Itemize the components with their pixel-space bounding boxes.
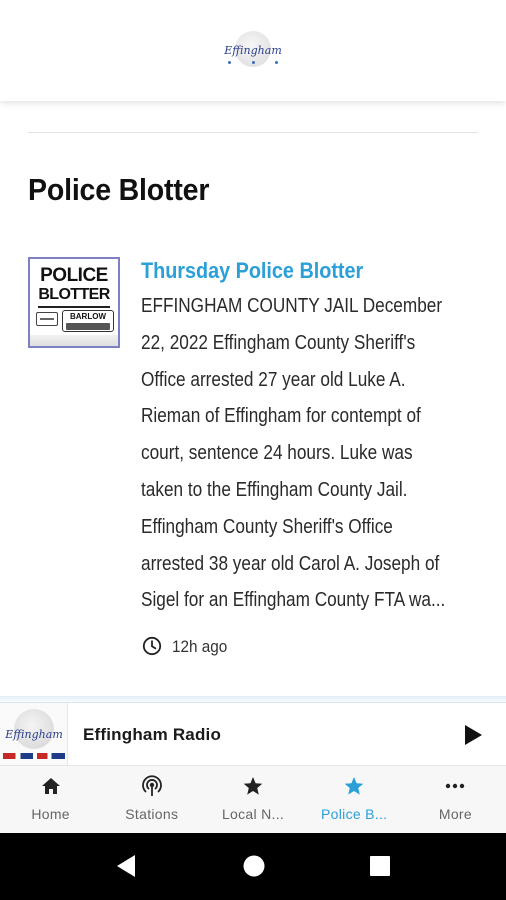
tab-label: Stations xyxy=(125,806,179,822)
excerpt-line: taken to the Effingham County Jail. xyxy=(141,478,408,501)
player-station-title[interactable]: Effingham Radio xyxy=(83,725,221,745)
divider xyxy=(28,132,478,133)
home-icon xyxy=(41,778,60,794)
thumbnail-line1: POLICE xyxy=(40,265,108,286)
tab-label: Local N... xyxy=(221,806,285,822)
home-system-button[interactable] xyxy=(241,853,267,879)
excerpt-line: EFFINGHAM COUNTY JAIL December xyxy=(141,295,443,317)
sponsor-badge-icon xyxy=(36,312,58,326)
station-logo[interactable]: Effingham xyxy=(224,30,282,71)
thumbnail-line2: BLOTTER xyxy=(38,286,110,303)
mini-player[interactable]: Effingham Effingham Radio xyxy=(0,702,506,765)
excerpt-line: Sigel for an Effingham County FTA wa... xyxy=(141,589,446,612)
back-icon xyxy=(117,855,135,877)
tab-more[interactable]: More xyxy=(405,766,506,833)
play-button[interactable] xyxy=(458,720,488,750)
recents-button[interactable] xyxy=(367,853,393,879)
clock-icon xyxy=(142,636,162,656)
excerpt-line: Office arrested 27 year old Luke A. xyxy=(141,368,406,391)
excerpt-line: Rieman of Effingham for contempt of xyxy=(141,405,421,428)
logo-dots xyxy=(224,60,282,64)
circle-home-icon xyxy=(243,855,265,877)
excerpt-line: arrested 38 year old Carol A. Joseph of xyxy=(141,552,440,575)
article-title[interactable]: Thursday Police Blotter xyxy=(141,258,363,284)
excerpt-line: court, sentence 24 hours. Luke was xyxy=(141,442,413,465)
excerpt-line: Effingham County Sheriff's Office xyxy=(141,515,393,538)
tab-home[interactable]: Home xyxy=(0,766,101,833)
system-navigation-bar xyxy=(0,833,506,900)
tab-label: Police B... xyxy=(321,806,388,822)
sponsor-logo: BARLOW xyxy=(62,310,114,332)
article-timestamp: 12h ago xyxy=(172,637,228,656)
tab-label: Home xyxy=(31,806,70,822)
article-thumbnail[interactable]: POLICE BLOTTER BARLOW xyxy=(28,257,120,348)
back-button[interactable] xyxy=(113,853,139,879)
play-icon xyxy=(465,725,482,745)
more-dots-icon xyxy=(446,783,465,789)
player-artwork[interactable]: Effingham xyxy=(0,703,68,765)
tab-label: More xyxy=(438,806,472,822)
excerpt-line: 22, 2022 Effingham County Sheriff's xyxy=(141,331,416,354)
page-title: Police Blotter xyxy=(28,172,210,207)
star-icon xyxy=(243,777,263,795)
article-excerpt[interactable]: EFFINGHAM COUNTY JAIL December 22, 2022 … xyxy=(141,288,486,619)
square-recents-icon xyxy=(370,856,390,876)
broadcast-icon xyxy=(141,775,162,796)
app-header: Effingham xyxy=(0,0,506,101)
bottom-tab-bar: Home Stations Local N... Police B... Mor… xyxy=(0,765,506,833)
player-artwork-text: Effingham xyxy=(5,728,63,741)
tab-police-blotter[interactable]: Police B... xyxy=(304,766,405,833)
tab-local-news[interactable]: Local N... xyxy=(202,766,303,833)
tab-stations[interactable]: Stations xyxy=(101,766,202,833)
star-icon xyxy=(344,777,364,795)
logo-text: Effingham xyxy=(224,43,282,57)
